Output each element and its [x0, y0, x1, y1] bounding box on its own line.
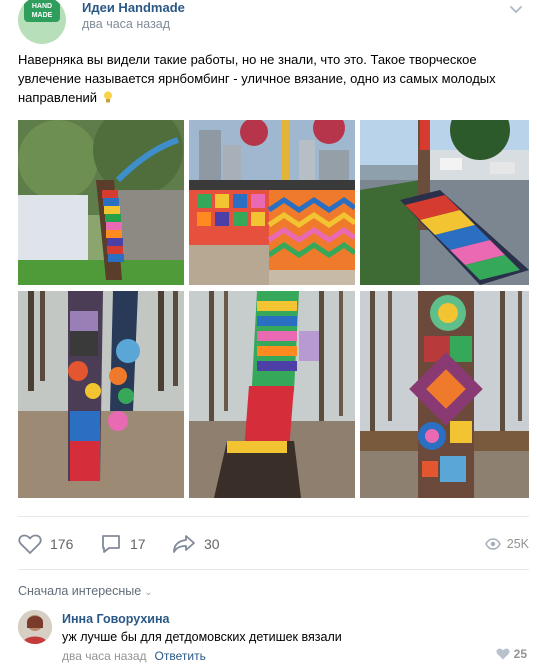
share-icon — [173, 535, 195, 553]
post-time[interactable]: два часа назад — [82, 17, 170, 31]
post-actions: 176 17 30 25K — [18, 530, 529, 558]
post-text-content: Наверняка вы видели такие работы, но не … — [18, 52, 496, 105]
lightbulb-icon — [103, 91, 112, 103]
comment-icon — [102, 535, 120, 553]
comment-sort-dropdown[interactable]: Сначала интересные ⌄ — [18, 584, 153, 598]
photo-bench[interactable] — [360, 120, 529, 285]
reply-button[interactable]: Ответить — [155, 649, 206, 663]
post-header: HAND MADE Идеи Handmade два часа назад — [0, 0, 537, 44]
chevron-down-icon[interactable] — [509, 2, 523, 16]
comment-time[interactable]: два часа назад — [62, 649, 147, 663]
views-counter: 25K — [484, 530, 529, 558]
like-button[interactable]: 176 — [18, 530, 73, 558]
comment-author-name[interactable]: Инна Говорухина — [62, 612, 169, 626]
share-button[interactable]: 30 — [172, 530, 220, 558]
eye-icon — [484, 538, 501, 550]
heart-icon — [18, 534, 42, 554]
photo-tree-striped[interactable] — [18, 120, 184, 285]
photo-grid — [18, 120, 529, 498]
divider-top — [18, 516, 529, 517]
comment-count: 17 — [130, 536, 146, 552]
views-count: 25K — [506, 537, 529, 551]
photo-tree-granny-squares[interactable] — [360, 291, 529, 498]
photo-bridge-railing[interactable] — [189, 120, 355, 285]
avatar-badge: HAND MADE — [24, 0, 60, 22]
photo-tree-stocking[interactable] — [189, 291, 355, 498]
share-count: 30 — [204, 536, 220, 552]
divider-bottom — [18, 569, 529, 570]
comment-author-avatar[interactable] — [18, 610, 52, 644]
comment-like-button[interactable]: 25 — [496, 647, 527, 661]
comment-button[interactable]: 17 — [100, 530, 146, 558]
like-count: 176 — [50, 536, 74, 552]
heart-icon — [496, 648, 510, 660]
group-name-link[interactable]: Идеи Handmade — [82, 0, 185, 15]
post-text: Наверняка вы видели такие работы, но не … — [18, 50, 518, 107]
group-avatar[interactable]: HAND MADE — [18, 0, 66, 44]
comment-meta: два часа назад Ответить — [62, 649, 206, 663]
chevron-down-icon: ⌄ — [144, 587, 153, 598]
photo-tree-circles[interactable] — [18, 291, 184, 498]
comment-sort-label: Сначала интересные — [18, 584, 142, 598]
comment-text: уж лучше бы для детдомовских детишек вяз… — [62, 630, 342, 644]
comment-like-count: 25 — [513, 647, 527, 661]
